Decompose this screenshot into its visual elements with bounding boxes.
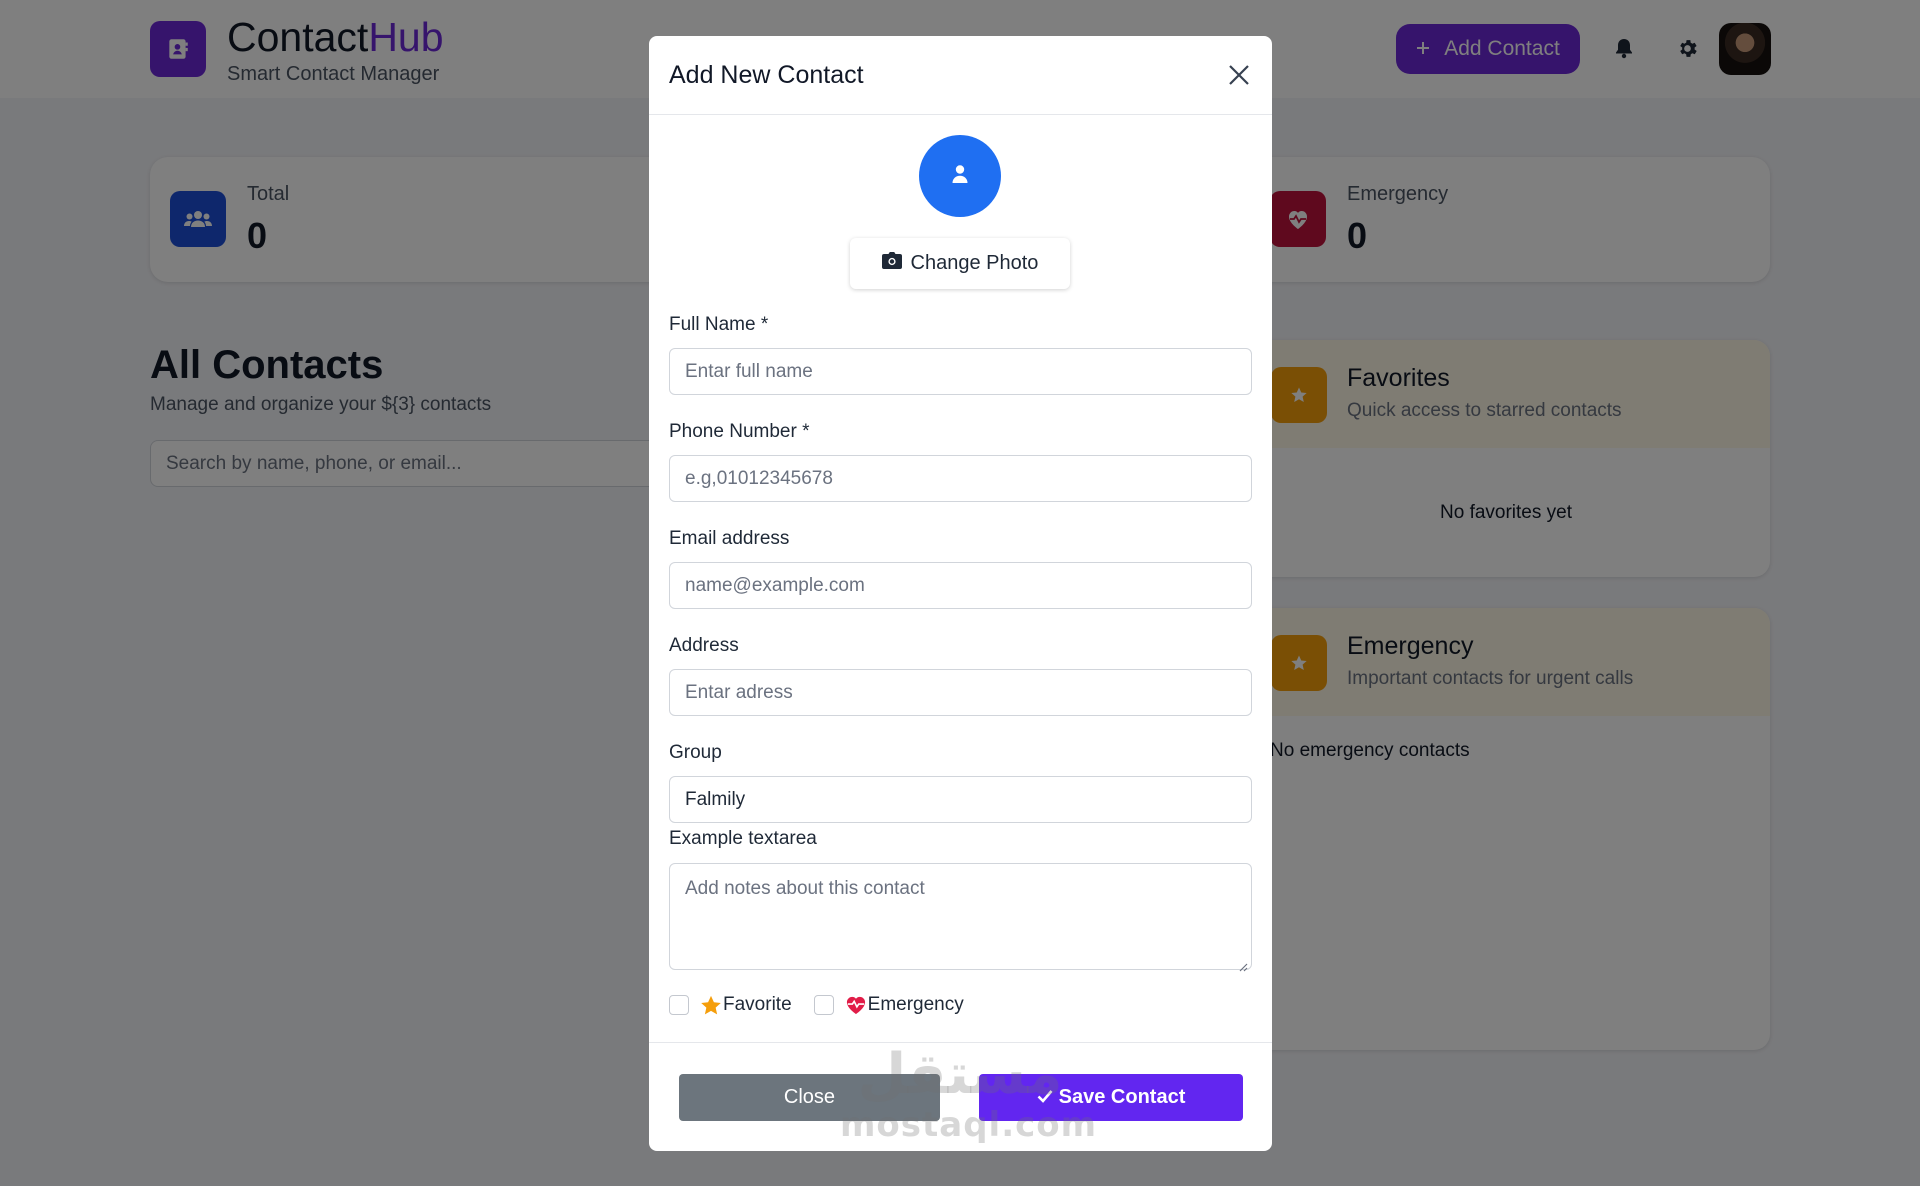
group-label: Group — [669, 742, 722, 763]
modal-title: Add New Contact — [669, 61, 864, 89]
phone-input[interactable]: e.g,01012345678 — [669, 455, 1252, 502]
address-placeholder: Entar adress — [685, 681, 793, 703]
address-input[interactable]: Entar adress — [669, 669, 1252, 716]
notes-placeholder: Add notes about this contact — [685, 878, 925, 899]
close-button-label: Close — [783, 1086, 836, 1108]
email-label: Email address — [669, 528, 790, 549]
group-select[interactable]: Falmily — [669, 776, 1252, 823]
favorite-checkbox[interactable] — [669, 995, 689, 1015]
emergency-checkbox[interactable] — [813, 995, 834, 1015]
notes-textarea[interactable]: Add notes about this contact — [669, 863, 1252, 972]
heart-pulse-icon — [845, 995, 867, 1015]
group-value: Falmily — [685, 788, 746, 810]
notes-label: Example textarea — [669, 828, 817, 849]
emergency-option[interactable]: Emergency — [813, 994, 964, 1016]
phone-placeholder: e.g,01012345678 — [685, 467, 833, 489]
contact-photo-placeholder — [919, 135, 1001, 217]
address-label: Address — [669, 635, 739, 656]
watermark: مستقل mostaql.com — [840, 1042, 1096, 1146]
camera-icon — [881, 252, 902, 275]
change-photo-button[interactable]: Change Photo — [850, 238, 1070, 289]
watermark-arabic: مستقل — [857, 1042, 1063, 1107]
favorite-label: Favorite — [723, 994, 792, 1015]
full-name-input[interactable]: Entar full name — [669, 348, 1252, 395]
email-placeholder: name@example.com — [685, 574, 865, 596]
modal-header: Add New Contact — [649, 36, 1272, 115]
close-icon[interactable] — [1224, 60, 1254, 90]
resize-handle-icon[interactable] — [1238, 956, 1248, 972]
email-input[interactable]: name@example.com — [669, 562, 1252, 609]
phone-label: Phone Number * — [669, 421, 810, 442]
favorite-option[interactable]: Favorite — [669, 994, 792, 1016]
emergency-label: Emergency — [867, 994, 964, 1015]
full-name-placeholder: Entar full name — [685, 360, 813, 382]
user-icon — [951, 164, 969, 189]
watermark-latin: mostaql.com — [840, 1105, 1098, 1145]
flag-checkboxes: Favorite Emergency — [669, 994, 986, 1016]
star-icon — [700, 995, 722, 1016]
change-photo-label: Change Photo — [910, 252, 1039, 274]
full-name-label: Full Name * — [669, 314, 769, 335]
add-contact-modal: Add New Contact Change Photo Full Name *… — [649, 36, 1272, 1151]
